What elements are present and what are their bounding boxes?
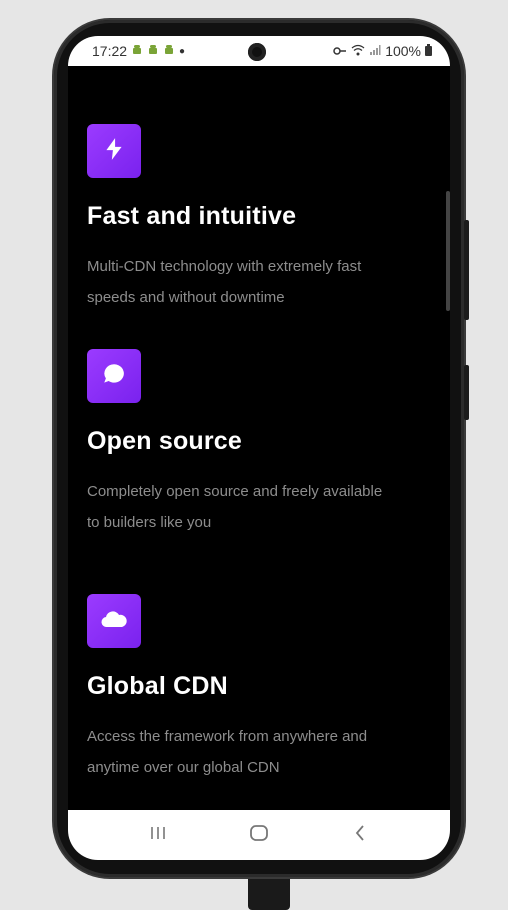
signal-icon	[369, 43, 381, 59]
back-icon	[353, 824, 367, 847]
feature-description-line: Access the framework from anywhere and	[87, 728, 368, 745]
feature-title: Fast and intuitive	[87, 202, 297, 230]
feature-description-line: speeds and without downtime	[87, 289, 285, 306]
feature-description-line: to builders like you	[87, 514, 212, 531]
battery-icon	[425, 43, 432, 59]
feature-icon-box	[87, 594, 141, 648]
wifi-icon	[351, 43, 365, 59]
feature-title: Open source	[87, 427, 243, 455]
recent-apps-button[interactable]	[138, 815, 178, 855]
feature-description-line: Multi-CDN technology with extremely fast	[87, 258, 362, 275]
power-button	[464, 365, 469, 420]
feature-global-cdn: Global CDN Access the framework from any…	[87, 594, 427, 784]
cloud-icon	[100, 608, 128, 635]
feature-description-line: anytime over our global CDN	[87, 759, 280, 776]
lightning-icon	[101, 136, 127, 167]
feature-icon-box	[87, 124, 141, 178]
feature-open-source: Open source Completely open source and f…	[87, 349, 427, 539]
chat-bubble-icon	[101, 361, 127, 392]
navigation-bar	[68, 810, 450, 860]
battery-text: 100%	[385, 43, 421, 59]
recent-apps-icon	[149, 825, 167, 846]
status-bar: 17:22 ● 100%	[68, 36, 450, 66]
back-button[interactable]	[340, 815, 380, 855]
feature-description-line: Completely open source and freely availa…	[87, 483, 383, 500]
feature-title: Global CDN	[87, 672, 228, 700]
android-icon	[147, 44, 159, 59]
front-camera	[248, 43, 266, 61]
phone-screen: 17:22 ● 100% Fast and intuitive Multi-CD…	[68, 36, 450, 860]
home-icon	[249, 824, 269, 847]
feature-icon-box	[87, 349, 141, 403]
volume-button	[464, 220, 469, 320]
key-icon	[333, 43, 347, 59]
home-button[interactable]	[239, 815, 279, 855]
android-icon	[163, 44, 175, 59]
status-time: 17:22	[92, 43, 128, 59]
android-icon	[131, 44, 143, 59]
scrollbar[interactable]	[446, 191, 450, 311]
dot-icon: ●	[179, 45, 186, 57]
feature-fast: Fast and intuitive Multi-CDN technology …	[87, 124, 427, 314]
